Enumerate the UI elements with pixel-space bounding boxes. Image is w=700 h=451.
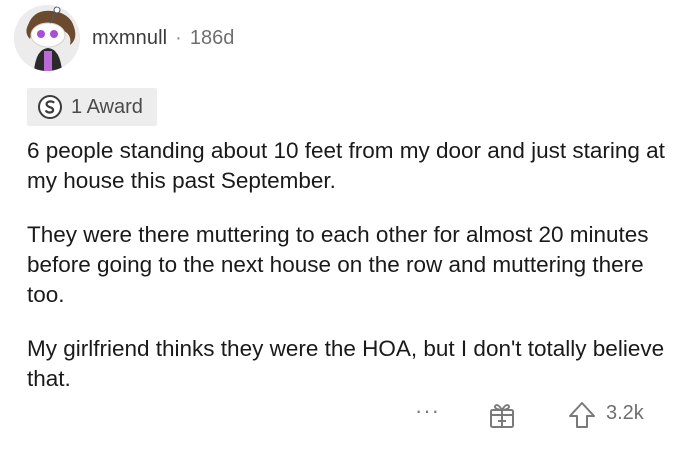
comment-paragraph: They were there muttering to each other … [27, 222, 649, 307]
award-badge[interactable]: 1 Award [27, 88, 157, 126]
comment-paragraph: 6 people standing about 10 feet from my … [27, 138, 665, 193]
comment-body: 6 people standing about 10 feet from my … [27, 136, 677, 418]
comment-paragraph: My girlfriend thinks they were the HOA, … [27, 336, 665, 391]
username-link[interactable]: mxmnull [92, 27, 167, 50]
comment-actions: ··· 3.2k [0, 396, 700, 436]
comment-age: 186d [189, 26, 235, 49]
gift-icon[interactable] [487, 400, 517, 430]
snoo-avatar-icon [14, 5, 80, 71]
vote-score: 3.2k [606, 402, 644, 424]
more-options-button[interactable]: ··· [415, 398, 440, 424]
meta-separator: · [175, 26, 182, 49]
award-label: 1 Award [71, 95, 143, 118]
avatar[interactable] [14, 5, 80, 71]
comment-header: mxmnull · 186d [14, 4, 234, 72]
silver-award-icon [38, 95, 62, 119]
upvote-arrow-icon[interactable] [567, 400, 597, 430]
